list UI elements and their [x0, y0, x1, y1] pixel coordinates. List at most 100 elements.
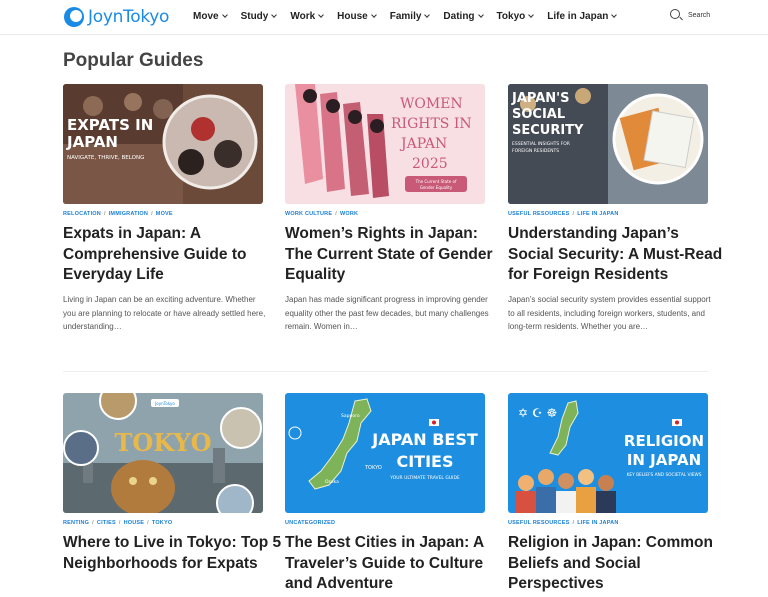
- svg-text:JAPAN'S: JAPAN'S: [511, 91, 570, 106]
- category-link[interactable]: Uncategorized: [285, 520, 335, 526]
- nav-label: Tokyo: [496, 11, 526, 22]
- expats-thumbnail-image: EXPATS IN JAPAN NAVIGATE, THRIVE, BELONG: [63, 84, 263, 204]
- row-divider: [63, 371, 708, 372]
- card-categories: Work Culture / Work: [285, 211, 359, 217]
- card-thumbnail[interactable]: ✡ ☪ ☸ RELIGION IN JAPAN KEY BELIEFS AND …: [508, 393, 708, 513]
- category-link[interactable]: Renting: [63, 520, 89, 526]
- nav-label: Work: [290, 11, 316, 22]
- logo-icon: [64, 7, 84, 27]
- card-title[interactable]: The Best Cities in Japan: A Traveler’s G…: [285, 533, 505, 595]
- category-link[interactable]: Cities: [97, 520, 116, 526]
- nav-label: Family: [389, 11, 422, 22]
- svg-text:RIGHTS IN: RIGHTS IN: [391, 116, 472, 132]
- category-link[interactable]: Useful Resources: [508, 520, 569, 526]
- best-cities-thumbnail-image: JAPAN BEST CITIES YOUR ULTIMATE TRAVEL G…: [285, 393, 485, 513]
- svg-text:Gender Equality: Gender Equality: [420, 185, 453, 190]
- chevron-down-icon: [221, 12, 228, 18]
- svg-text:KEY BELIEFS AND SOCIETAL VIEWS: KEY BELIEFS AND SOCIETAL VIEWS: [627, 472, 702, 478]
- chevron-down-icon: [477, 12, 484, 18]
- svg-text:The Current State of: The Current State of: [415, 179, 457, 184]
- category-link[interactable]: Work: [340, 211, 358, 217]
- card-thumbnail[interactable]: JAPAN'S SOCIAL SECURITY ESSENTIAL INSIGH…: [508, 84, 708, 204]
- svg-text:CITIES: CITIES: [396, 452, 453, 471]
- svg-text:JAPAN: JAPAN: [66, 133, 118, 151]
- svg-text:Osaka: Osaka: [325, 479, 339, 485]
- svg-text:RELIGION: RELIGION: [624, 432, 704, 450]
- chevron-down-icon: [611, 12, 618, 18]
- category-link[interactable]: Useful Resources: [508, 211, 569, 217]
- chevron-down-icon: [370, 12, 377, 18]
- nav-item-house[interactable]: House: [337, 11, 377, 22]
- site-logo[interactable]: JoynTokyo: [64, 6, 169, 28]
- card-title[interactable]: Understanding Japan’s Social Security: A…: [508, 224, 728, 286]
- card-title[interactable]: Women’s Rights in Japan: The Current Sta…: [285, 224, 505, 286]
- card-title[interactable]: Religion in Japan: Common Beliefs and So…: [508, 533, 728, 595]
- card-categories: Useful Resources / Life in Japan: [508, 211, 619, 217]
- svg-text:TOKYO: TOKYO: [114, 428, 211, 457]
- nav-item-dating[interactable]: Dating: [443, 11, 484, 22]
- category-link[interactable]: Move: [156, 211, 173, 217]
- nav-label: Move: [193, 11, 219, 22]
- search-button[interactable]: Search: [670, 9, 710, 22]
- svg-text:JAPAN: JAPAN: [399, 136, 447, 152]
- section-title: Popular Guides: [63, 50, 204, 71]
- chevron-down-icon: [271, 12, 278, 18]
- tokyo-neighborhoods-thumbnail-image: JoynTokyo TOKYO: [63, 393, 263, 513]
- card-title[interactable]: Where to Live in Tokyo: Top 5 Neighborho…: [63, 533, 283, 574]
- site-header: JoynTokyo Move Study Work House Family D…: [0, 0, 768, 35]
- nav-label: House: [337, 11, 368, 22]
- svg-text:EXPATS IN: EXPATS IN: [67, 116, 153, 134]
- category-link[interactable]: Immigration: [109, 211, 148, 217]
- nav-item-tokyo[interactable]: Tokyo: [496, 11, 535, 22]
- card-excerpt: Japan has made significant progress in i…: [285, 295, 489, 332]
- category-link[interactable]: Life in Japan: [577, 520, 618, 526]
- nav-label: Dating: [443, 11, 475, 22]
- svg-text:Sapporo: Sapporo: [341, 413, 360, 419]
- chevron-down-icon: [318, 12, 325, 18]
- svg-text:IN JAPAN: IN JAPAN: [627, 451, 701, 469]
- card-title[interactable]: Expats in Japan: A Comprehensive Guide t…: [63, 224, 283, 286]
- search-label: Search: [688, 12, 711, 19]
- svg-text:WOMEN: WOMEN: [400, 96, 463, 112]
- social-security-thumbnail-image: JAPAN'S SOCIAL SECURITY ESSENTIAL INSIGH…: [508, 84, 708, 204]
- logo-text: JoynTokyo: [88, 7, 170, 27]
- card-thumbnail[interactable]: JAPAN BEST CITIES YOUR ULTIMATE TRAVEL G…: [285, 393, 485, 513]
- category-link[interactable]: Life in Japan: [577, 211, 618, 217]
- card-thumbnail[interactable]: JoynTokyo TOKYO: [63, 393, 263, 513]
- card-categories: Renting / Cities / House / Tokyo: [63, 520, 173, 526]
- religion-thumbnail-image: ✡ ☪ ☸ RELIGION IN JAPAN KEY BELIEFS AND …: [508, 393, 708, 513]
- svg-text:TOKYO: TOKYO: [364, 465, 382, 471]
- card-excerpt: Japan’s social security system provides …: [508, 295, 711, 332]
- svg-text:✡ ☪ ☸: ✡ ☪ ☸: [518, 406, 557, 420]
- category-link[interactable]: Relocation: [63, 211, 101, 217]
- card-categories: Uncategorized: [285, 520, 335, 526]
- svg-text:2025: 2025: [412, 156, 448, 172]
- search-icon: [670, 9, 683, 22]
- svg-text:JAPAN BEST: JAPAN BEST: [371, 430, 478, 449]
- category-link[interactable]: Tokyo: [152, 520, 172, 526]
- main-nav: Move Study Work House Family Dating Toky…: [193, 11, 630, 22]
- nav-item-move[interactable]: Move: [193, 11, 228, 22]
- womens-rights-thumbnail-image: WOMEN RIGHTS IN JAPAN 2025 The Current S…: [285, 84, 485, 204]
- chevron-down-icon: [528, 12, 535, 18]
- card-thumbnail[interactable]: EXPATS IN JAPAN NAVIGATE, THRIVE, BELONG: [63, 84, 263, 204]
- chevron-down-icon: [424, 12, 431, 18]
- card-categories: Relocation / Immigration / Move: [63, 211, 173, 217]
- category-link[interactable]: House: [124, 520, 145, 526]
- card-categories: Useful Resources / Life in Japan: [508, 520, 619, 526]
- nav-item-family[interactable]: Family: [389, 11, 431, 22]
- svg-text:NAVIGATE, THRIVE, BELONG: NAVIGATE, THRIVE, BELONG: [67, 155, 144, 161]
- nav-item-work[interactable]: Work: [290, 11, 325, 22]
- nav-label: Life in Japan: [547, 11, 609, 22]
- nav-label: Study: [240, 11, 269, 22]
- card-excerpt: Living in Japan can be an exciting adven…: [63, 295, 266, 332]
- nav-item-life-in-japan[interactable]: Life in Japan: [547, 11, 618, 22]
- nav-item-study[interactable]: Study: [240, 11, 278, 22]
- svg-text:FOREIGN RESIDENTS: FOREIGN RESIDENTS: [512, 148, 559, 154]
- svg-text:JoynTokyo: JoynTokyo: [154, 401, 175, 406]
- svg-text:SOCIAL: SOCIAL: [512, 107, 565, 122]
- svg-text:SECURITY: SECURITY: [512, 123, 584, 138]
- card-thumbnail[interactable]: WOMEN RIGHTS IN JAPAN 2025 The Current S…: [285, 84, 485, 204]
- category-link[interactable]: Work Culture: [285, 211, 332, 217]
- svg-text:ESSENTIAL INSIGHTS FOR: ESSENTIAL INSIGHTS FOR: [512, 141, 570, 147]
